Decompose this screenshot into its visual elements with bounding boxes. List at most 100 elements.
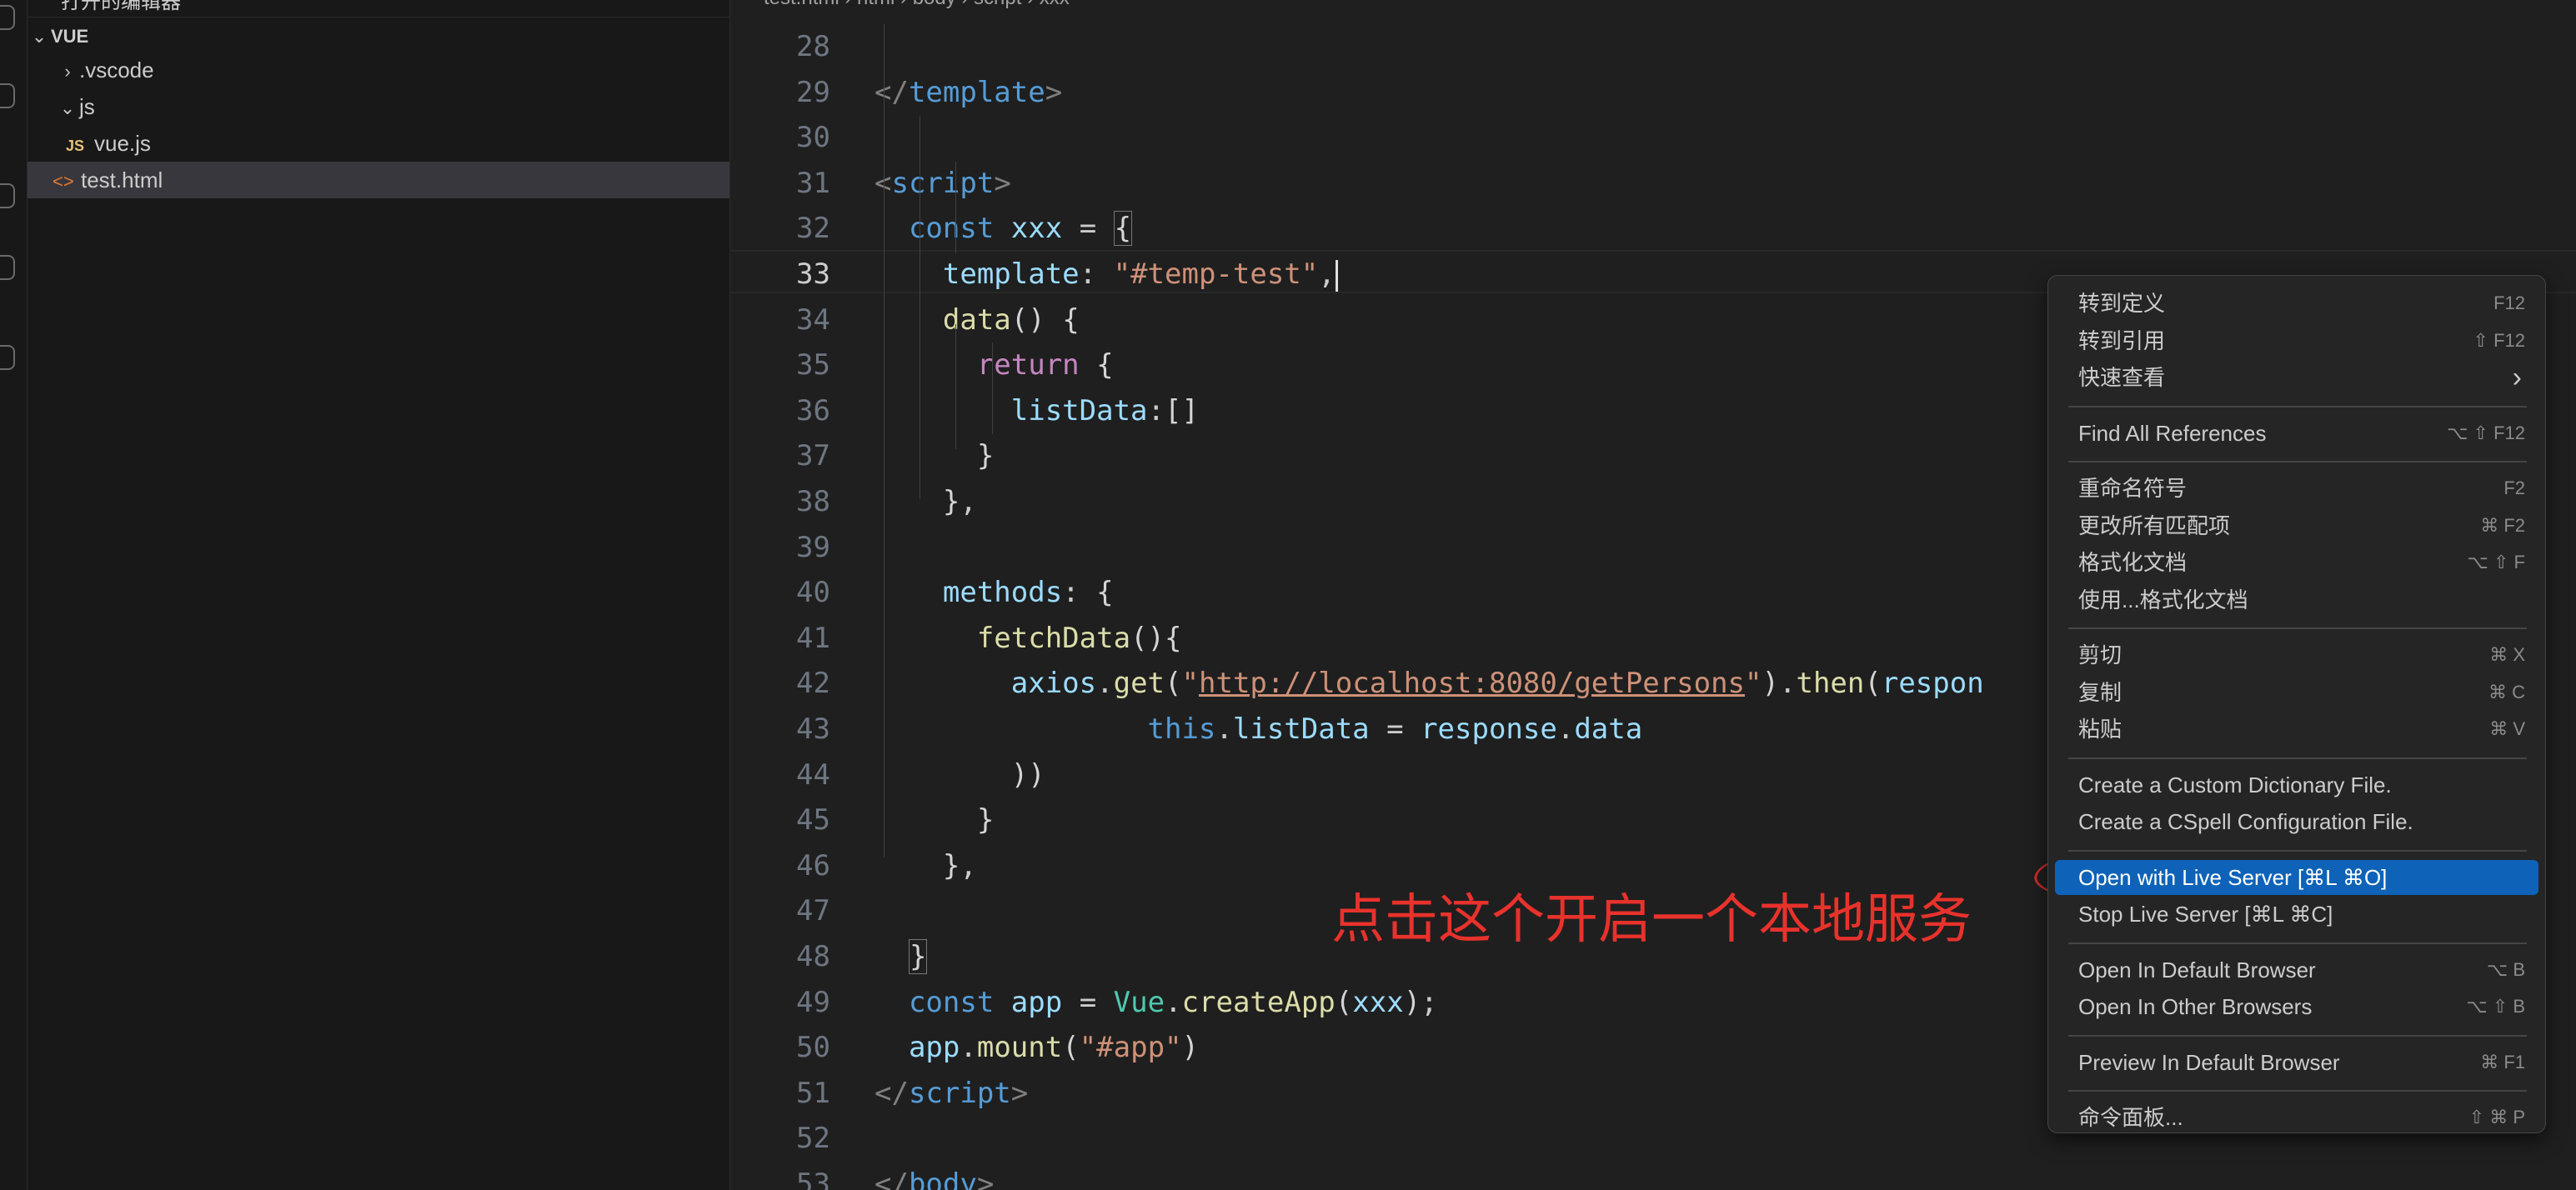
line-number: 53: [796, 1168, 830, 1190]
line-number: 29: [796, 75, 830, 109]
tree-item-vscode-folder[interactable]: › .vscode: [28, 52, 729, 88]
code-line[interactable]: 30: [730, 115, 2576, 160]
menu-item[interactable]: 快速查看 ›: [2055, 360, 2538, 395]
menu-item[interactable]: 复制 ⌘ C: [2055, 675, 2538, 710]
menu-item[interactable]: Open In Default Browser ⌥ B: [2055, 952, 2538, 988]
menu-item[interactable]: Find All References ⌥ ⇧ F12: [2055, 416, 2538, 451]
code-token: </: [875, 1076, 909, 1110]
folder-section-vue[interactable]: ⌄ VUE: [28, 17, 729, 53]
menu-item[interactable]: 转到引用 ⇧ F12: [2055, 323, 2538, 358]
menu-item-label: 剪切: [2078, 642, 2122, 668]
code-line[interactable]: 53 </body>: [730, 1162, 2576, 1190]
tree-item-test-html[interactable]: <> test.html: [28, 162, 729, 198]
source-control-icon[interactable]: [0, 183, 15, 208]
menu-item[interactable]: Open In Other Browsers ⌥ ⇧ B: [2055, 989, 2538, 1024]
extensions-icon[interactable]: [0, 345, 15, 370]
code-token: data: [942, 302, 1011, 337]
line-number: 51: [796, 1076, 830, 1110]
code-text: },: [875, 843, 977, 888]
code-text: )): [875, 752, 1045, 798]
explorer-icon[interactable]: [0, 5, 15, 30]
line-number: 48: [796, 940, 830, 973]
tree-item-js-folder[interactable]: ⌄ js: [28, 88, 729, 125]
code-token: {: [1096, 576, 1114, 610]
indent-guide: [955, 162, 956, 253]
run-debug-icon[interactable]: [0, 255, 15, 280]
code-token: get: [1113, 667, 1165, 701]
code-text: </template>: [875, 70, 1062, 115]
menu-item[interactable]: Stop Live Server [⌘L ⌘C]: [2055, 897, 2538, 932]
code-token: ): [1762, 667, 1779, 701]
search-icon[interactable]: [0, 83, 15, 108]
code-token: (: [1165, 667, 1182, 701]
menu-item-shortcut: ⌘ X: [2489, 644, 2525, 665]
menu-item-label: 粘贴: [2078, 717, 2122, 742]
code-token: listData: [1232, 712, 1370, 746]
menu-item[interactable]: 重命名符号 F2: [2055, 471, 2538, 506]
code-token: :: [1062, 576, 1097, 610]
code-line[interactable]: 29 </template>: [730, 70, 2576, 115]
code-token: </: [875, 1168, 909, 1190]
code-token: :: [1079, 258, 1114, 291]
code-token: then: [1796, 667, 1865, 701]
menu-item[interactable]: 使用...格式化文档: [2055, 582, 2538, 618]
code-token: createApp: [1181, 985, 1336, 1019]
menu-item-label: 更改所有匹配项: [2078, 512, 2231, 538]
code-token: >: [994, 166, 1011, 200]
code-token: {: [1113, 211, 1133, 247]
open-editors-header[interactable]: 打开的编辑器: [28, 0, 729, 18]
tree-item-label: vue.js: [94, 131, 151, 156]
code-token: =: [1062, 985, 1114, 1019]
code-token: mount: [976, 1031, 1063, 1065]
section-title: VUE: [51, 26, 89, 47]
code-token: ): [1181, 1031, 1200, 1065]
menu-item-label: Find All References: [2078, 420, 2267, 446]
code-token: app: [908, 1031, 960, 1065]
code-token: (){: [1130, 621, 1182, 655]
code-token: const: [908, 985, 995, 1019]
menu-item[interactable]: 格式化文档 ⌥ ⇧ F: [2055, 545, 2538, 580]
menu-item[interactable]: 命令面板... ⇧ ⌘ P: [2055, 1100, 2538, 1135]
menu-item-shortcut: ⇧ ⌘ P: [2468, 1107, 2525, 1128]
indent-guide: [955, 324, 956, 449]
menu-item[interactable]: 更改所有匹配项 ⌘ F2: [2055, 508, 2538, 543]
code-text: data() {: [875, 298, 1080, 342]
tree-item-label: .vscode: [79, 58, 154, 82]
menu-item[interactable]: 转到定义 F12: [2055, 286, 2538, 321]
menu-item[interactable]: Preview In Default Browser ⌘ F1: [2055, 1045, 2538, 1080]
tree-item-vue-js[interactable]: JS vue.js: [28, 125, 729, 162]
menu-item[interactable]: Open with Live Server [⌘L ⌘O]: [2055, 859, 2538, 895]
code-text: fetchData(){: [875, 616, 1182, 661]
code-token: data: [1574, 712, 1643, 746]
code-line[interactable]: 31 <script>: [730, 161, 2576, 206]
line-number: 34: [796, 302, 830, 337]
menu-item[interactable]: 剪切 ⌘ X: [2055, 638, 2538, 672]
code-line[interactable]: 28: [730, 24, 2576, 69]
menu-item-label: Create a Custom Dictionary File.: [2078, 772, 2392, 798]
line-number: 46: [796, 848, 830, 882]
menu-item-shortcut: ⌥ ⇧ F12: [2447, 422, 2525, 443]
breadcrumb[interactable]: test.html › html › body › script › xxx: [730, 0, 2576, 15]
menu-item[interactable]: Create a Custom Dictionary File.: [2055, 768, 2538, 802]
code-token: .: [1779, 667, 1797, 701]
menu-item[interactable]: 粘贴 ⌘ V: [2055, 712, 2538, 747]
menu-separator: [2068, 405, 2527, 408]
code-text: </script>: [875, 1071, 1028, 1116]
code-line[interactable]: 32 const xxx = {: [730, 206, 2576, 251]
menu-item[interactable]: Create a CSpell Configuration File.: [2055, 804, 2538, 839]
code-token: body: [908, 1168, 977, 1190]
code-token: >: [976, 1168, 995, 1190]
chevron-right-icon: ›: [64, 61, 71, 82]
open-editors-label: 打开的编辑器: [61, 0, 181, 13]
menu-item-shortcut: ⌥ B: [2486, 958, 2525, 980]
line-number: 41: [796, 621, 830, 655]
code-token: template: [908, 75, 1045, 109]
menu-item-label: 转到引用: [2078, 328, 2166, 353]
code-token: {: [1096, 348, 1114, 382]
